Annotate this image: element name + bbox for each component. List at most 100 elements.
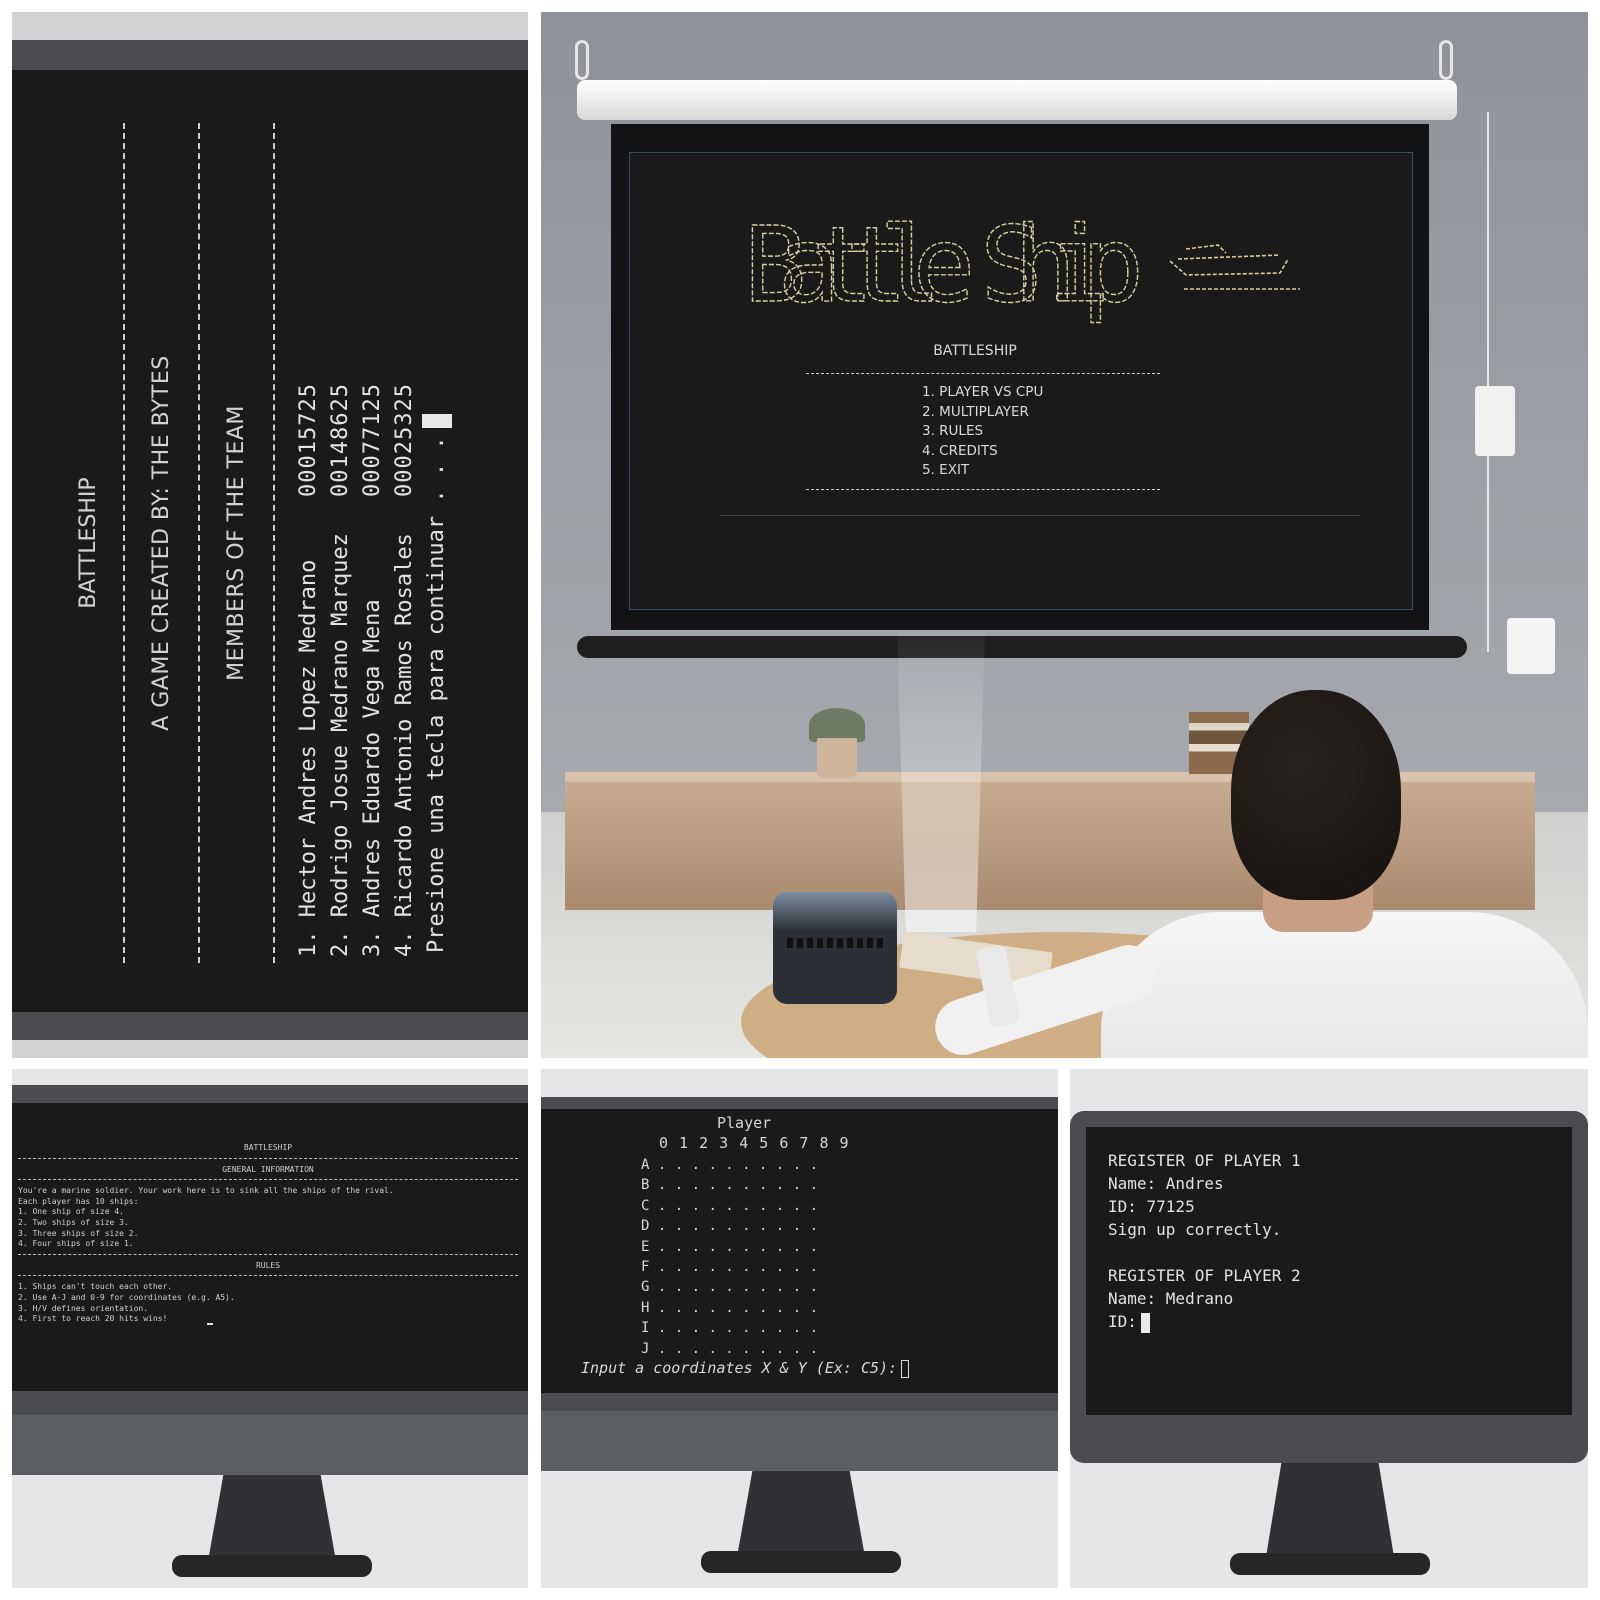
board-row-cells: . . . . . . . . . . xyxy=(649,1259,819,1276)
list-item: 3. Three ships of size 2. xyxy=(18,1228,139,1238)
board-row: H . . . . . . . . . . xyxy=(641,1298,818,1318)
monitor-bezel-top xyxy=(12,1085,528,1105)
credits-content: BATTLESHIP A GAME CREATED BY: THE BYTES … xyxy=(70,103,470,983)
rules-content: BATTLESHIP GENERAL INFORMATION You're a … xyxy=(18,1143,518,1325)
text-cursor[interactable] xyxy=(1140,1312,1150,1333)
monitor-foot xyxy=(701,1551,901,1573)
member-name: 1. Hector Andres Lopez Medrano xyxy=(296,559,321,957)
hook-icon xyxy=(1439,40,1453,80)
list-item: 2. Two ships of size 3. xyxy=(18,1217,129,1227)
board-column-headers: 0 1 2 3 4 5 6 7 8 9 xyxy=(659,1134,850,1152)
monitor-bezel-bottom xyxy=(12,1012,528,1040)
divider xyxy=(18,1275,518,1277)
board-row: B . . . . . . . . . . xyxy=(641,1175,818,1195)
wall-switch xyxy=(1475,386,1515,456)
credits-monitor: BATTLESHIP A GAME CREATED BY: THE BYTES … xyxy=(12,12,528,1058)
plant-icon xyxy=(809,708,865,742)
divider xyxy=(18,1253,518,1255)
rules-title: BATTLESHIP xyxy=(243,1143,293,1152)
member-row: 2. Rodrigo Josue Medrano Marquez 0014862… xyxy=(325,103,357,983)
player2-id-label: ID: xyxy=(1108,1312,1137,1331)
menu-item-exit[interactable]: 5. EXIT xyxy=(922,461,1043,481)
monitor-stand xyxy=(737,1471,865,1557)
player2-name: Name: Medrano xyxy=(1108,1289,1234,1308)
menu-item-credits[interactable]: 4. CREDITS xyxy=(922,442,1043,462)
board-row: E . . . . . . . . . . xyxy=(641,1237,818,1257)
screen-bottom-bar xyxy=(577,636,1467,658)
board-row: D . . . . . . . . . . xyxy=(641,1216,818,1236)
battleship-ascii-logo: Battle Ship xyxy=(743,203,1300,327)
board-row-cells: . . . . . . . . . . xyxy=(649,1320,819,1337)
board-row-cells: . . . . . . . . . . xyxy=(649,1197,819,1214)
menu-item-player-vs-cpu[interactable]: 1. PLAYER VS CPU xyxy=(922,383,1043,403)
monitor-chin xyxy=(12,1415,528,1475)
rules-heading: RULES xyxy=(255,1260,281,1270)
board-row-cells: . . . . . . . . . . xyxy=(649,1157,819,1173)
text-cursor xyxy=(422,414,452,429)
divider xyxy=(806,373,1160,374)
divider xyxy=(18,1179,518,1181)
board-row: F . . . . . . . . . . xyxy=(641,1257,818,1277)
register-terminal: REGISTER OF PLAYER 1 Name: Andres ID: 77… xyxy=(1086,1127,1572,1415)
monitor-foot xyxy=(1230,1553,1430,1575)
hook-icon xyxy=(575,40,589,80)
board-row-cells: . . . . . . . . . . xyxy=(649,1299,819,1316)
board-monitor: Player 0 1 2 3 4 5 6 7 8 9 A . . . . . .… xyxy=(541,1069,1058,1588)
player1-name: Name: Andres xyxy=(1108,1174,1224,1193)
register-monitor: REGISTER OF PLAYER 1 Name: Andres ID: 77… xyxy=(1070,1069,1588,1588)
list-item: 4. Four ships of size 1. xyxy=(18,1239,134,1249)
member-row: 3. Andres Eduardo Vega Mena 00077125 xyxy=(357,103,389,983)
player1-status: Sign up correctly. xyxy=(1108,1220,1282,1239)
input-line[interactable] xyxy=(720,515,1360,516)
text-cursor[interactable] xyxy=(901,1359,910,1378)
screen-housing xyxy=(577,80,1457,120)
game-board: Player 0 1 2 3 4 5 6 7 8 9 A . . . . . .… xyxy=(541,1109,1058,1395)
player1-heading: REGISTER OF PLAYER 1 xyxy=(1108,1151,1301,1170)
members-heading: MEMBERS OF THE TEAM xyxy=(224,405,249,681)
member-name: 2. Rodrigo Josue Medrano Marquez xyxy=(328,533,353,957)
menu-options: 1. PLAYER VS CPU 2. MULTIPLAYER 3. RULES… xyxy=(922,383,1043,481)
player1-id: ID: 77125 xyxy=(1108,1197,1195,1216)
credits-terminal: BATTLESHIP A GAME CREATED BY: THE BYTES … xyxy=(12,70,528,1016)
member-row: 1. Hector Andres Lopez Medrano 00015725 xyxy=(293,103,325,983)
board-row: J . . . . . . . . . . xyxy=(641,1339,818,1359)
divider xyxy=(18,1157,518,1159)
continue-prompt[interactable]: Presione una tecla para continuar . . . xyxy=(421,103,453,983)
list-item: 4. First to reach 20 hits wins! xyxy=(18,1314,518,1325)
projector-grille xyxy=(787,938,883,948)
monitor-bezel-top xyxy=(12,40,528,72)
plant-pot xyxy=(817,738,857,778)
member-id: 00148625 xyxy=(328,383,353,497)
register-content: REGISTER OF PLAYER 1 Name: Andres ID: 77… xyxy=(1108,1149,1301,1333)
logo-text: Battle Ship xyxy=(744,204,1144,326)
ship-icon xyxy=(1169,244,1300,290)
member-id: 00077125 xyxy=(360,383,385,497)
monitor-chin xyxy=(541,1411,1058,1471)
member-row: 4. Ricardo Antonio Ramos Rosales 0002532… xyxy=(389,103,421,983)
monitor-stand xyxy=(1266,1463,1394,1557)
menu-title: BATTLESHIP xyxy=(933,343,1017,359)
menu-item-multiplayer[interactable]: 2. MULTIPLAYER xyxy=(922,403,1043,423)
player2-id-field[interactable]: ID: xyxy=(1108,1310,1301,1333)
general-info-heading: GENERAL INFORMATION xyxy=(222,1164,314,1174)
list-item: 1. One ship of size 4. xyxy=(18,1207,124,1217)
menu-item-rules[interactable]: 3. RULES xyxy=(922,422,1043,442)
member-name: 4. Ricardo Antonio Ramos Rosales xyxy=(392,533,417,957)
board-title: Player xyxy=(717,1114,772,1132)
member-id: 00015725 xyxy=(296,383,321,497)
person-shirt xyxy=(1101,912,1588,1058)
board-row-cells: . . . . . . . . . . xyxy=(649,1238,819,1255)
board-terminal: Player 0 1 2 3 4 5 6 7 8 9 A . . . . . .… xyxy=(541,1109,1058,1395)
list-item: 1. Ships can't touch each other. xyxy=(18,1282,173,1292)
board-row-cells: . . . . . . . . . . xyxy=(649,1218,819,1235)
ships-heading: Each player has 10 ships: xyxy=(18,1196,139,1206)
monitor-bezel-bottom xyxy=(541,1393,1058,1411)
board-row-cells: . . . . . . . . . . xyxy=(649,1177,819,1194)
member-id: 00025325 xyxy=(392,383,417,497)
list-item: 2. Use A-J and 0-9 for coordinates (e.g.… xyxy=(18,1292,235,1302)
monitor-stand xyxy=(208,1475,336,1561)
power-outlet-icon xyxy=(1507,618,1555,674)
member-name: 3. Andres Eduardo Vega Mena xyxy=(360,599,385,957)
coordinate-prompt[interactable]: Input a coordinates X & Y (Ex: C5): xyxy=(581,1359,910,1378)
